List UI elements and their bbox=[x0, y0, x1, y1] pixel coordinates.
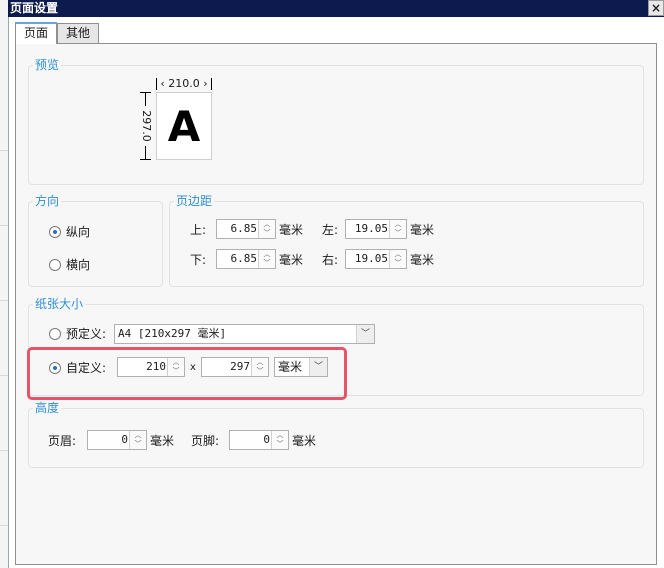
preview-height-dimension: 297.0 bbox=[138, 92, 154, 160]
margin-top-label: 上: bbox=[190, 223, 207, 237]
paper-size-group-label: 纸张大小 bbox=[33, 296, 86, 312]
background-line bbox=[0, 300, 8, 301]
landscape-label: 横向 bbox=[66, 258, 91, 272]
predefined-radio[interactable] bbox=[49, 328, 61, 340]
header-height-unit: 毫米 bbox=[150, 434, 175, 448]
close-icon: × bbox=[650, 1, 662, 15]
chevron-down-icon[interactable]: ﹀ bbox=[356, 325, 374, 343]
background-line bbox=[0, 525, 8, 526]
margin-top-unit: 毫米 bbox=[279, 223, 304, 237]
background-line bbox=[0, 225, 8, 226]
footer-height-unit: 毫米 bbox=[292, 434, 317, 448]
predefined-paper-value: A4 [210x297 毫米] bbox=[118, 327, 227, 340]
chevron-down-icon[interactable]: ﹀ bbox=[130, 440, 146, 449]
margin-bottom-arrows: ︿ ﹀ bbox=[258, 250, 275, 268]
predefined-label: 预定义: bbox=[66, 327, 107, 341]
chevron-up-icon[interactable]: ︿ bbox=[259, 220, 275, 229]
margin-bottom-value: 6.85 bbox=[230, 252, 258, 265]
portrait-radio[interactable] bbox=[49, 226, 61, 238]
height-group-label: 高度 bbox=[33, 400, 62, 416]
tab-page-label: 页面 bbox=[23, 26, 48, 40]
margin-left-arrows: ︿ ﹀ bbox=[389, 220, 406, 238]
orientation-group: 方向 bbox=[28, 193, 163, 287]
background-line bbox=[0, 450, 8, 451]
chevron-up-icon[interactable]: ︿ bbox=[390, 220, 406, 229]
landscape-radio[interactable] bbox=[49, 259, 61, 271]
background-line bbox=[0, 150, 8, 151]
margin-right-arrows: ︿ ﹀ bbox=[389, 250, 406, 268]
paper-preview: A bbox=[156, 92, 212, 160]
margin-top-stepper[interactable]: 6.85 ︿ ﹀ bbox=[216, 219, 276, 239]
predefined-paper-select[interactable]: A4 [210x297 毫米] ﹀ bbox=[114, 324, 375, 344]
margin-top-arrows: ︿ ﹀ bbox=[258, 220, 275, 238]
chevron-down-icon[interactable]: ﹀ bbox=[390, 229, 406, 238]
chevron-up-icon[interactable]: ︿ bbox=[259, 250, 275, 259]
chevron-down-icon[interactable]: ﹀ bbox=[259, 229, 275, 238]
margin-left-stepper[interactable]: 19.05 ︿ ﹀ bbox=[345, 219, 407, 239]
orientation-group-label: 方向 bbox=[33, 193, 62, 209]
margin-right-stepper[interactable]: 19.05 ︿ ﹀ bbox=[345, 249, 407, 269]
footer-height-label: 页脚: bbox=[191, 434, 220, 448]
margin-bottom-unit: 毫米 bbox=[279, 253, 304, 267]
margins-group: 页边距 bbox=[169, 193, 644, 287]
window-title-bar[interactable]: 页面设置 × bbox=[8, 0, 664, 17]
footer-height-arrows: ︿ ﹀ bbox=[271, 431, 288, 449]
paper-preview-letter: A bbox=[167, 102, 201, 151]
margin-left-value: 19.05 bbox=[354, 222, 388, 235]
header-height-value: 0 bbox=[121, 433, 128, 446]
chevron-down-icon[interactable]: ﹀ bbox=[259, 259, 275, 268]
window-title: 页面设置 bbox=[10, 1, 59, 15]
chevron-up-icon[interactable]: ︿ bbox=[390, 250, 406, 259]
preview-group: 预览 bbox=[28, 57, 644, 185]
preview-height-label: 297.0 bbox=[140, 110, 153, 142]
margins-group-label: 页边距 bbox=[174, 193, 215, 209]
margin-right-value: 19.05 bbox=[354, 252, 388, 265]
preview-group-label: 预览 bbox=[33, 57, 62, 73]
chevron-down-icon[interactable]: ﹀ bbox=[272, 440, 288, 449]
header-height-arrows: ︿ ﹀ bbox=[129, 431, 146, 449]
chevron-down-icon[interactable]: ﹀ bbox=[390, 259, 406, 268]
header-height-label: 页眉: bbox=[48, 434, 77, 448]
chevron-up-icon[interactable]: ︿ bbox=[272, 431, 288, 440]
margin-bottom-stepper[interactable]: 6.85 ︿ ﹀ bbox=[216, 249, 276, 269]
preview-width-label: ‹ 210.0 › bbox=[160, 77, 208, 90]
margin-left-label: 左: bbox=[322, 223, 339, 237]
footer-height-stepper[interactable]: 0 ︿ ﹀ bbox=[229, 430, 289, 450]
margin-right-unit: 毫米 bbox=[410, 253, 435, 267]
footer-height-value: 0 bbox=[263, 433, 270, 446]
preview-width-dimension: ‹ 210.0 › bbox=[156, 78, 212, 90]
tab-page[interactable]: 页面 bbox=[15, 22, 57, 44]
close-button[interactable]: × bbox=[648, 0, 664, 16]
tab-other-label: 其他 bbox=[65, 26, 90, 40]
margin-top-value: 6.85 bbox=[230, 222, 258, 235]
tab-other[interactable]: 其他 bbox=[57, 23, 99, 43]
margin-left-unit: 毫米 bbox=[410, 223, 435, 237]
highlight-annotation bbox=[27, 347, 347, 400]
chevron-up-icon[interactable]: ︿ bbox=[130, 431, 146, 440]
margin-right-label: 右: bbox=[322, 253, 339, 267]
margin-bottom-label: 下: bbox=[190, 253, 207, 267]
portrait-label: 纵向 bbox=[66, 225, 91, 239]
background-line bbox=[0, 375, 8, 376]
header-height-stepper[interactable]: 0 ︿ ﹀ bbox=[87, 430, 147, 450]
